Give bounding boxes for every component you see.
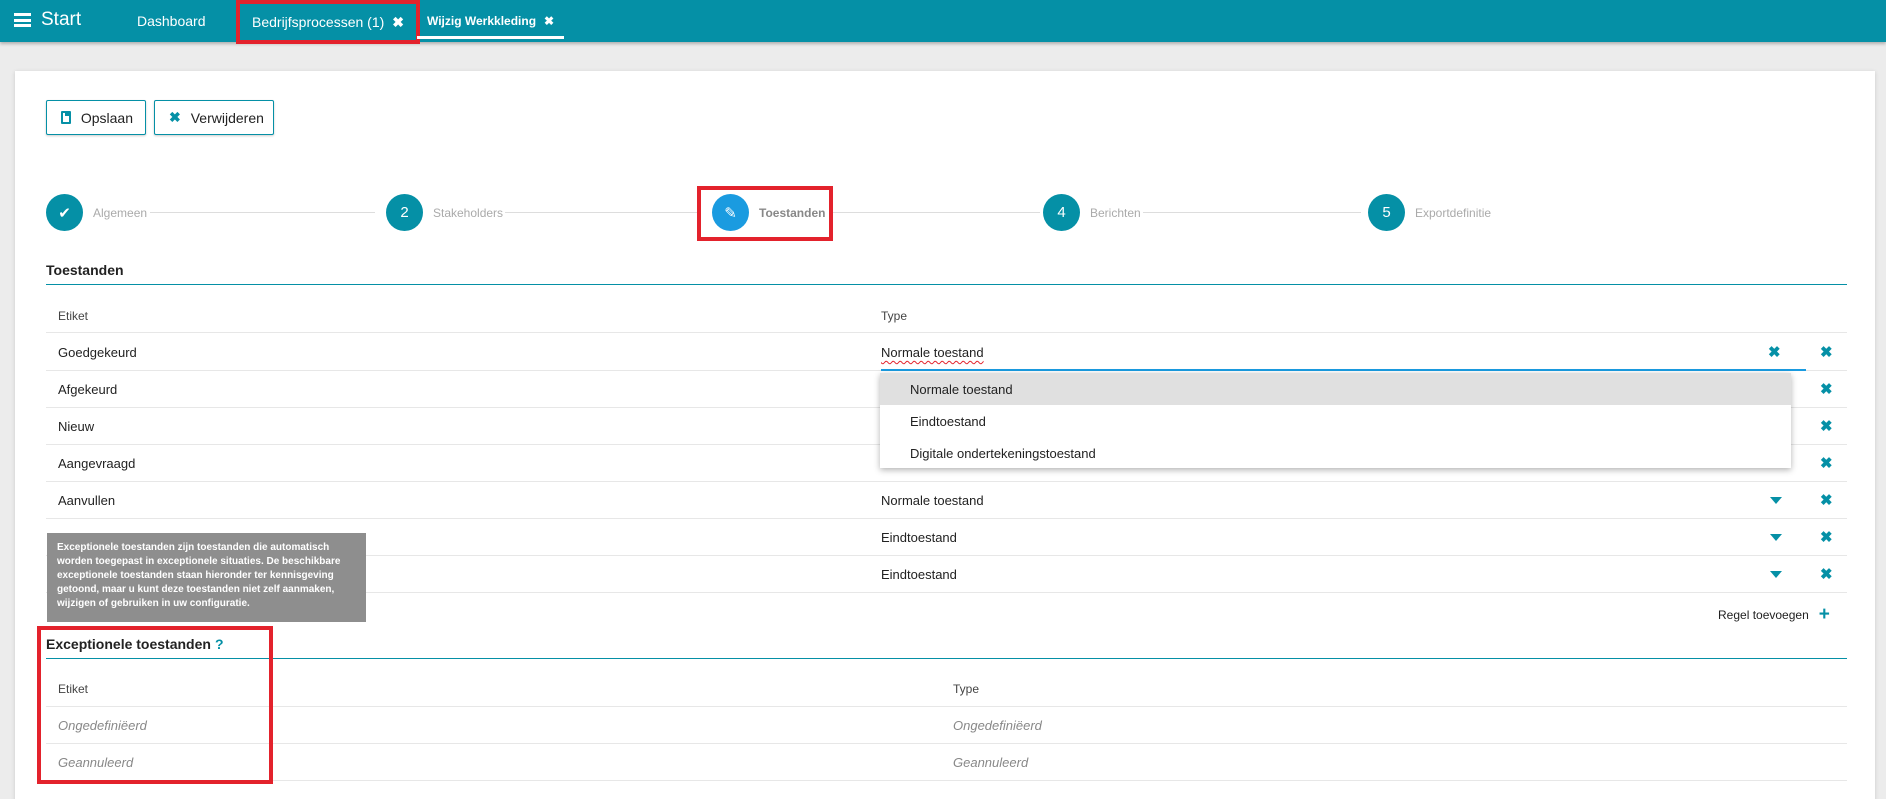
step-stakeholders[interactable]: 2 Stakeholders [386, 194, 503, 231]
save-button[interactable]: Opslaan [46, 100, 146, 135]
tab-bedrijfsprocessen[interactable]: Bedrijfsprocessen (1) ✖ [236, 0, 421, 44]
table-row: Geannuleerd Geannuleerd [46, 744, 1847, 781]
start-label: Start [41, 9, 82, 30]
delete-row-icon[interactable]: ✖ [1820, 343, 1833, 361]
delete-row-icon[interactable]: ✖ [1820, 491, 1833, 509]
step-label: Exportdefinitie [1415, 205, 1492, 220]
step-label: Berichten [1090, 205, 1141, 220]
delete-row-icon[interactable]: ✖ [1820, 380, 1833, 398]
hamburger-icon [14, 13, 31, 27]
section-divider [46, 658, 1847, 659]
chevron-down-icon[interactable] [1770, 571, 1782, 578]
row-label: Goedgekeurd [58, 345, 137, 360]
tab-bedrijfsprocessen-label: Bedrijfsprocessen (1) [252, 14, 385, 30]
dropdown-option-digitale-ondertekeningstoestand[interactable]: Digitale ondertekeningstoestand [880, 437, 1791, 469]
table-row: Ongedefiniëerd Ongedefiniëerd [46, 707, 1847, 744]
dropdown-option-normale-toestand[interactable]: Normale toestand [880, 373, 1791, 405]
tab-dashboard-label: Dashboard [137, 13, 206, 29]
table-row: Aanvullen Normale toestand ✖ [46, 482, 1847, 519]
type-select[interactable]: Eindtoestand [881, 530, 957, 545]
step-number: 2 [386, 194, 423, 231]
step-exportdefinitie[interactable]: 5 Exportdefinitie [1368, 194, 1491, 231]
section-title-toestanden: Toestanden [46, 262, 124, 278]
step-connector [1143, 212, 1361, 213]
delete-button[interactable]: ✖ Verwijderen [154, 100, 274, 135]
column-header-type: Type [953, 682, 980, 696]
step-connector [505, 212, 700, 213]
step-algemeen[interactable]: ✔ Algemeen [46, 194, 147, 231]
step-number: 4 [1043, 194, 1080, 231]
floppy-disk-icon [61, 111, 71, 124]
table-header-row [46, 296, 1847, 333]
chevron-down-icon[interactable] [1770, 497, 1782, 504]
chevron-down-icon[interactable] [1770, 534, 1782, 541]
type-select[interactable]: Eindtoestand [881, 567, 957, 582]
step-connector [150, 212, 375, 213]
save-button-label: Opslaan [80, 109, 133, 126]
plus-icon: + [1818, 604, 1830, 625]
highlight-box [37, 626, 273, 784]
row-label: Nieuw [58, 419, 95, 434]
close-icon[interactable]: ✖ [544, 14, 554, 28]
table-header-row: Etiket Type [46, 670, 1847, 707]
type-select[interactable]: Normale toestand [881, 345, 984, 360]
step-number: 5 [1368, 194, 1405, 231]
dropdown-option-eindtoestand[interactable]: Eindtoestand [880, 405, 1791, 437]
tab-dashboard[interactable]: Dashboard [137, 13, 206, 29]
top-bar: Start Dashboard Bedrijfsprocessen (1) ✖ … [0, 0, 1886, 44]
delete-button-label: Verwijderen [190, 109, 264, 126]
tab-wijzig-werkkleding[interactable]: Wijzig Werkkleding ✖ [417, 14, 565, 39]
delete-row-icon[interactable]: ✖ [1820, 528, 1833, 546]
help-tooltip: Exceptionele toestanden zijn toestanden … [47, 533, 366, 622]
delete-row-icon[interactable]: ✖ [1820, 417, 1833, 435]
add-row-button[interactable]: Regel toevoegen + [1718, 605, 1830, 624]
step-label: Stakeholders [433, 205, 504, 220]
close-icon[interactable]: ✖ [392, 14, 404, 31]
row-label: Aangevraagd [58, 456, 136, 471]
add-row-label: Regel toevoegen [1718, 607, 1809, 622]
type-select[interactable]: Normale toestand [881, 493, 984, 508]
section-divider [46, 284, 1847, 285]
row-type: Geannuleerd [953, 755, 1029, 770]
clear-selection-icon[interactable]: ✖ [1768, 343, 1781, 361]
table-row: Goedgekeurd Normale toestand ✖ ✖ [46, 334, 1847, 371]
close-icon: ✖ [169, 109, 181, 125]
row-type: Ongedefiniëerd [953, 718, 1042, 733]
delete-row-icon[interactable]: ✖ [1820, 565, 1833, 583]
row-label: Aanvullen [58, 493, 116, 508]
tab-wijzig-werkkleding-label: Wijzig Werkkleding [427, 14, 537, 28]
row-label: Afgekeurd [58, 382, 118, 397]
start-menu-button[interactable]: Start [14, 9, 81, 31]
step-connector [830, 212, 1040, 213]
step-berichten[interactable]: 4 Berichten [1043, 194, 1141, 231]
step-label: Algemeen [93, 205, 148, 220]
highlight-box [697, 186, 833, 241]
delete-row-icon[interactable]: ✖ [1820, 454, 1833, 472]
type-dropdown-menu: Normale toestand Eindtoestand Digitale o… [880, 373, 1791, 468]
checkmark-icon: ✔ [46, 194, 83, 231]
